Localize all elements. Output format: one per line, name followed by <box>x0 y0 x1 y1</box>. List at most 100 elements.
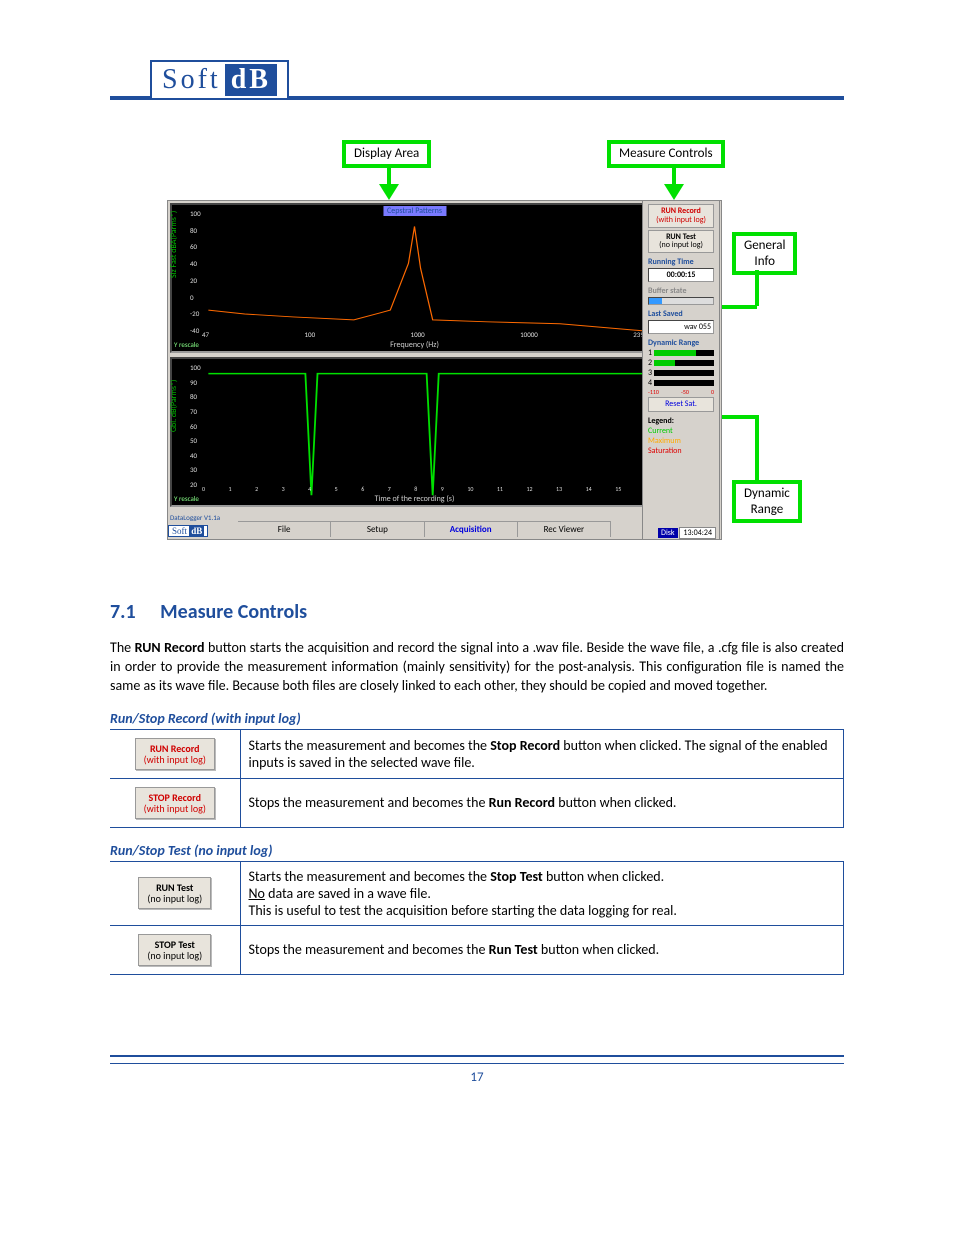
text: button when clicked. <box>538 941 659 958</box>
dyn-scale: -110 <box>648 388 659 396</box>
tick: 1 <box>229 485 232 493</box>
btn-line2: (with input log) <box>144 753 206 766</box>
tick: 13 <box>556 485 562 493</box>
button-cell: STOP Test (no input log) <box>110 925 240 974</box>
tick: 1000 <box>411 330 425 339</box>
menu-rec-viewer[interactable]: Rec Viewer <box>518 522 611 537</box>
menu-setup[interactable]: Setup <box>331 522 424 537</box>
page-header: Soft dB <box>110 60 844 100</box>
bold-text: Stop Test <box>490 868 543 885</box>
chart2-xlabel: Time of the recording (s) <box>375 494 455 504</box>
y-rescale[interactable]: Y rescale <box>174 340 199 349</box>
table-row: RUN Test (no input log) Starts the measu… <box>110 862 844 926</box>
running-time-label: Running Time <box>648 257 714 267</box>
stop-record-button-img: STOP Record (with input log) <box>135 787 215 819</box>
button-cell: STOP Record (with input log) <box>110 778 240 827</box>
text: The <box>110 639 135 656</box>
text: This is useful to test the acquisition b… <box>249 902 677 919</box>
last-saved-value: wav 055 <box>648 320 714 334</box>
callout-measure-controls: Measure Controls <box>607 140 725 168</box>
logo: Soft dB <box>150 60 289 100</box>
time-chart: Gbl. dB(Parms*) 100 90 80 70 60 50 40 30… <box>170 357 659 507</box>
footer-rule <box>110 1063 844 1064</box>
bold-text: Run Record <box>489 794 555 811</box>
btn-line2: (no input log) <box>147 892 202 905</box>
tick: 6 <box>361 485 364 493</box>
buffer-state-bar <box>648 297 714 305</box>
dynamic-range-bars: 1 2 3 4 -110 -50 0 <box>648 348 714 396</box>
right-panel: RUN Record (with input log) RUN Test (no… <box>642 200 720 540</box>
logo-db-text: dB <box>225 64 277 96</box>
tick: 12 <box>526 485 532 493</box>
section-title: Measure Controls <box>160 600 307 624</box>
desc-cell: Stops the measurement and becomes the Ru… <box>240 925 844 974</box>
callout-arrow <box>387 166 391 184</box>
spectrum-chart: Slz Fast dBA(Parms*) Cepstral Patterns 1… <box>170 203 659 353</box>
menu-acquisition[interactable]: Acquisition <box>425 522 518 537</box>
logo-soft-text: Soft <box>162 64 225 96</box>
dyn-scale: 0 <box>711 388 714 396</box>
text: data are saved in a wave file. <box>265 885 431 902</box>
stop-test-button-img: STOP Test (no input log) <box>138 934 211 966</box>
tick: 0 <box>202 485 205 493</box>
table-row: STOP Record (with input log) Stops the m… <box>110 778 844 827</box>
annotated-screenshot: Display Area Measure Controls General In… <box>157 140 797 570</box>
text: Starts the measurement and becomes the <box>249 737 491 754</box>
chart1-xlabel: Frequency (Hz) <box>390 340 439 350</box>
callout-arrow <box>755 270 759 306</box>
button-cell: RUN Record (with input log) <box>110 730 240 779</box>
tick: 14 <box>586 485 592 493</box>
callout-arrow <box>755 415 759 481</box>
table-heading-record: Run/Stop Record (with input log) <box>110 710 844 730</box>
bold-text: RUN Record <box>135 639 205 656</box>
status-logo: Soft dB <box>168 525 208 537</box>
menubar: File Setup Acquisition Rec Viewer <box>238 521 611 537</box>
tick: 15 <box>615 485 621 493</box>
text: Stops the measurement and becomes the <box>249 941 489 958</box>
btn-line2: (with input log) <box>144 802 206 815</box>
run-record-button[interactable]: RUN Record (with input log) <box>648 204 714 228</box>
last-saved-label: Last Saved <box>648 309 714 319</box>
run-test-button[interactable]: RUN Test (no input log) <box>648 230 714 254</box>
chart-row-2: Gbl. dB(Parms*) 100 90 80 70 60 50 40 30… <box>168 355 721 509</box>
reset-sat-button[interactable]: Reset Sat. <box>648 397 714 412</box>
tick: 9 <box>441 485 444 493</box>
callout-dynamic-range: Dynamic Range <box>732 480 802 523</box>
tick: 2 <box>255 485 258 493</box>
legend-label: Legend: <box>648 416 714 426</box>
tick: 8 <box>414 485 417 493</box>
chart2-xticks: 0 1 2 3 4 5 6 7 8 9 10 11 12 13 14 15 16 <box>202 485 651 493</box>
callout-general-info: General Info <box>732 232 797 275</box>
legend-max: Maximum <box>648 436 714 446</box>
chart2-trace <box>172 359 657 505</box>
btn-line2: (no input log) <box>147 949 202 962</box>
tick: 47 <box>202 330 209 339</box>
callout-arrow <box>719 305 757 309</box>
tick: 4 <box>308 485 311 493</box>
desc-cell: Starts the measurement and becomes the S… <box>240 862 844 926</box>
button-cell: RUN Test (no input log) <box>110 862 240 926</box>
test-table: RUN Test (no input log) Starts the measu… <box>110 862 844 975</box>
legend-current: Current <box>648 426 714 436</box>
callout-arrow <box>719 415 757 419</box>
text: button when clicked. <box>555 794 676 811</box>
record-table: RUN Record (with input log) Starts the m… <box>110 730 844 828</box>
y-rescale[interactable]: Y rescale <box>174 494 199 503</box>
page-footer: 17 <box>110 1055 844 1085</box>
desc-cell: Stops the measurement and becomes the Ru… <box>240 778 844 827</box>
run-record-sub: (with input log) <box>649 216 713 225</box>
bold-text: Run Test <box>489 941 538 958</box>
arrow-down-icon <box>664 184 684 200</box>
header-rule-right <box>289 96 844 100</box>
disk-time: Disk 13:04:24 <box>658 528 716 538</box>
callout-arrow <box>672 166 676 184</box>
run-test-button-img: RUN Test (no input log) <box>138 877 211 909</box>
buffer-state-label: Buffer state <box>648 286 714 296</box>
dyn-row-label: 1 <box>648 348 652 358</box>
chart1-xticks: 47 100 1000 10000 23953 <box>202 330 651 339</box>
tick: 7 <box>388 485 391 493</box>
dyn-row-label: 4 <box>648 378 652 388</box>
menu-file[interactable]: File <box>238 522 331 537</box>
dynamic-range-label: Dynamic Range <box>648 338 714 348</box>
run-test-sub: (no input log) <box>649 241 713 250</box>
